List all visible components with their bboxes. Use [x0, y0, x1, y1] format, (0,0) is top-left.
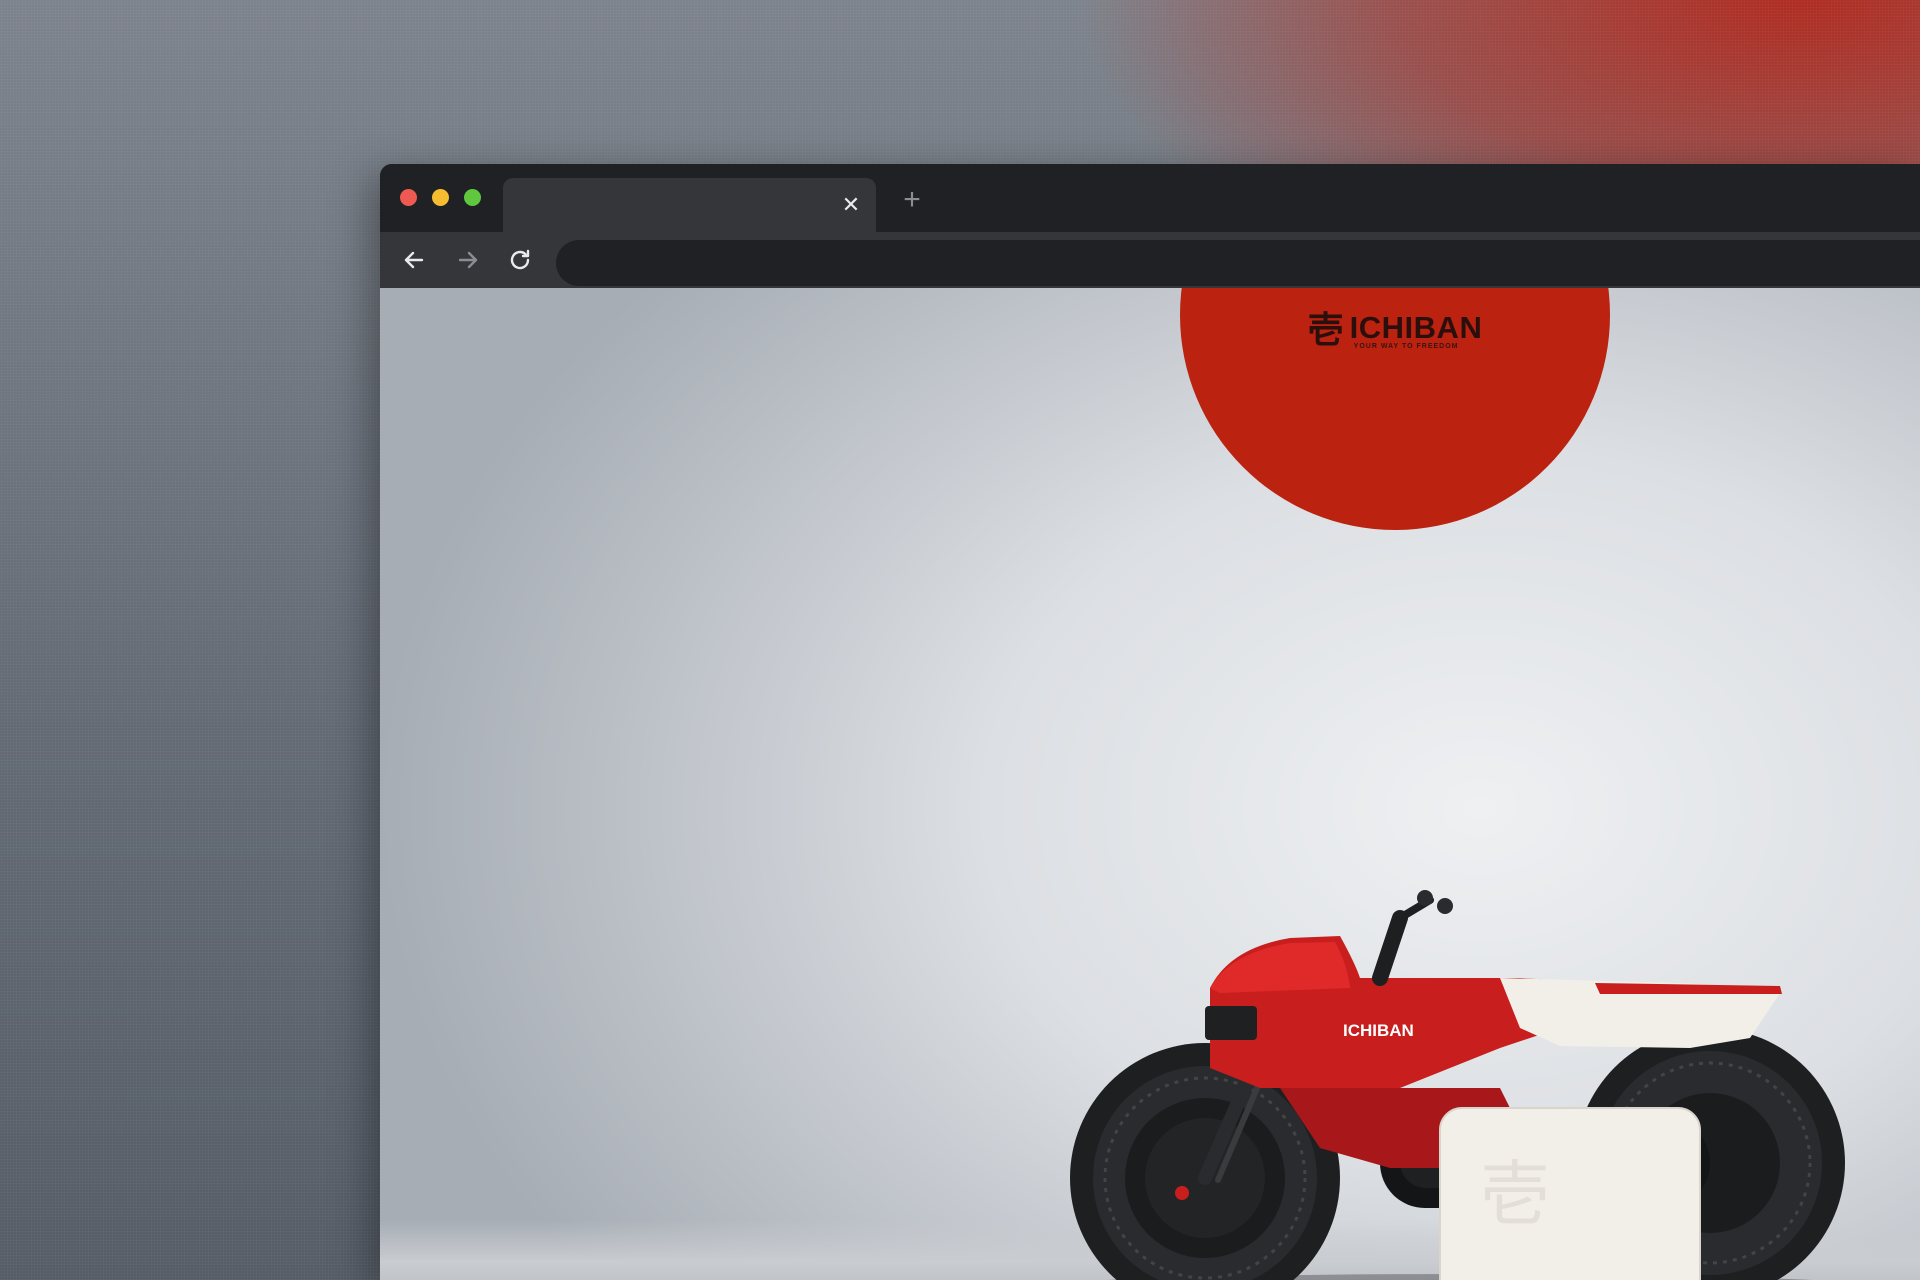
page-viewport: 壱 ICHIBAN YOUR WAY TO FREEDOM 壱 ICHIBAN — [380, 288, 1920, 1280]
window-minimize-button[interactable] — [432, 189, 449, 206]
svg-text:壱: 壱 — [1480, 1153, 1550, 1235]
arrow-left-icon[interactable] — [396, 242, 432, 278]
motorcycle-illustration: 壱 ICHIBAN — [1070, 890, 1845, 1280]
reload-icon[interactable] — [502, 242, 538, 278]
new-tab-button[interactable]: + — [894, 182, 930, 218]
close-icon[interactable]: ✕ — [838, 192, 864, 218]
window-close-button[interactable] — [400, 189, 417, 206]
hero-motorcycle-image: 壱 ICHIBAN — [960, 788, 1880, 1280]
brand-kanji-logo: 壱 — [1307, 310, 1344, 351]
tab-active[interactable]: ✕ — [503, 178, 876, 232]
brand-name: ICHIBAN — [1349, 309, 1483, 345]
tab-strip: ✕ + — [380, 164, 1920, 232]
arrow-right-icon[interactable] — [450, 242, 486, 278]
tank-label: ICHIBAN — [1343, 1021, 1414, 1040]
address-bar[interactable] — [556, 240, 1920, 286]
brand-badge[interactable]: 壱 ICHIBAN YOUR WAY TO FREEDOM — [1180, 288, 1610, 530]
window-zoom-button[interactable] — [464, 189, 481, 206]
browser-toolbar — [380, 232, 1920, 288]
browser-window: ✕ + 壱 ICHIBAN YOUR WAY TO FREEDOM 壱 ICHI… — [380, 164, 1920, 1280]
